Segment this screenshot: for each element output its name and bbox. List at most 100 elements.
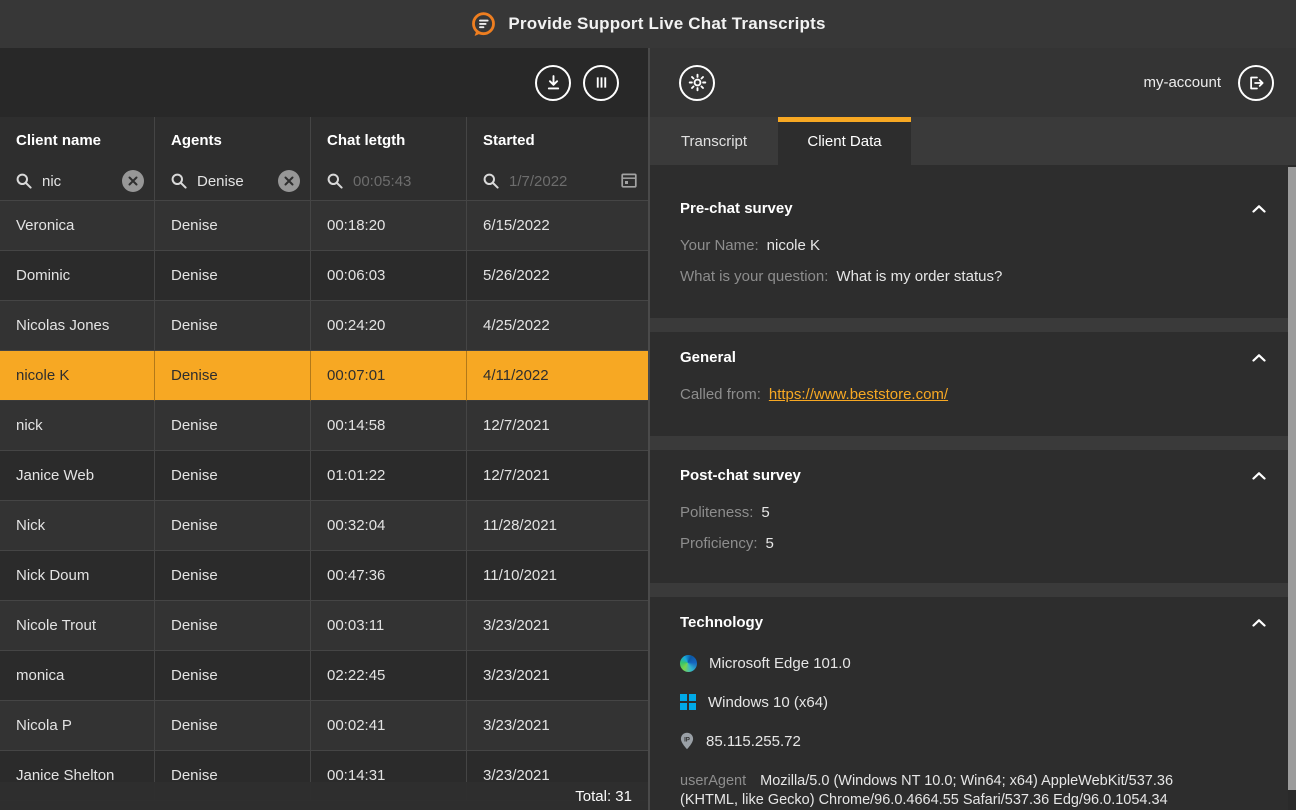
agents-filter — [171, 169, 300, 193]
cell-agent: Denise — [155, 301, 311, 351]
transcripts-table-body: Veronica Denise 00:18:20 6/15/2022 Domin… — [0, 201, 648, 810]
cell-client-name: nick — [0, 401, 155, 451]
cell-client-name: Veronica — [0, 201, 155, 251]
table-row[interactable]: Veronica Denise 00:18:20 6/15/2022 — [0, 201, 648, 251]
svg-text:IP: IP — [684, 736, 690, 743]
called-from-link[interactable]: https://www.beststore.com/ — [769, 386, 948, 403]
cell-started: 12/7/2021 — [467, 401, 648, 451]
field-proficiency: Proficiency:5 — [680, 534, 1268, 554]
field-called-from: Called from: https://www.beststore.com/ — [680, 385, 1268, 405]
calendar-picker-button[interactable] — [620, 171, 638, 189]
cell-started: 6/15/2022 — [467, 201, 648, 251]
collapse-button[interactable] — [1250, 470, 1268, 482]
chat-length-filter-input[interactable] — [353, 173, 430, 190]
table-row[interactable]: Nicole Trout Denise 00:03:11 3/23/2021 — [0, 601, 648, 651]
cell-agent: Denise — [155, 251, 311, 301]
client-name-filter-input[interactable] — [42, 173, 118, 190]
cell-started: 4/11/2022 — [467, 351, 648, 401]
section-header[interactable]: Technology — [680, 612, 1268, 634]
columns-button[interactable] — [583, 65, 619, 101]
section-pre-chat-survey: Pre-chat survey Your Name: nicole K What … — [650, 165, 1296, 318]
search-icon — [483, 173, 499, 189]
cell-started: 3/23/2021 — [467, 601, 648, 651]
section-title: Technology — [680, 612, 763, 634]
cell-agent: Denise — [155, 401, 311, 451]
cell-started: 11/10/2021 — [467, 551, 648, 601]
cell-chat-length: 00:24:20 — [311, 301, 467, 351]
table-row[interactable]: Nicola P Denise 00:02:41 3/23/2021 — [0, 701, 648, 751]
gear-icon — [688, 73, 707, 92]
section-header[interactable]: Post-chat survey — [680, 465, 1268, 487]
search-icon — [327, 173, 343, 189]
scrollbar-thumb[interactable] — [1288, 167, 1296, 790]
collapse-button[interactable] — [1250, 352, 1268, 364]
tech-value: 85.115.255.72 — [706, 733, 801, 750]
tab-label: Client Data — [807, 133, 881, 150]
field-question: What is your question:What is my order s… — [680, 267, 1268, 287]
cell-started: 3/23/2021 — [467, 701, 648, 751]
field-label: Called from: — [680, 386, 761, 403]
section-header[interactable]: General — [680, 347, 1268, 369]
settings-button[interactable] — [679, 65, 715, 101]
table-row[interactable]: Dominic Denise 00:06:03 5/26/2022 — [0, 251, 648, 301]
field-label: What is your question: — [680, 268, 828, 285]
column-header-started[interactable]: Started — [483, 131, 638, 151]
agents-filter-input[interactable] — [197, 173, 274, 190]
section-title: Pre-chat survey — [680, 198, 793, 220]
download-icon — [545, 74, 562, 91]
total-count: Total: 31 — [575, 788, 632, 805]
started-filter — [483, 169, 638, 193]
cell-client-name: Nicola P — [0, 701, 155, 751]
app-title: Provide Support Live Chat Transcripts — [508, 14, 825, 34]
app-window: Provide Support Live Chat Transcripts — [0, 0, 1296, 810]
table-row-selected[interactable]: nicole K Denise 00:07:01 4/11/2022 — [0, 351, 648, 401]
field-label: Your Name: — [680, 237, 759, 254]
cell-agent: Denise — [155, 501, 311, 551]
column-header-chat-length[interactable]: Chat letgth — [327, 131, 456, 151]
detail-toolbar: my-account — [650, 48, 1296, 117]
cell-chat-length: 00:06:03 — [311, 251, 467, 301]
column-started: Started — [467, 117, 648, 200]
clear-filter-button[interactable] — [122, 170, 144, 192]
collapse-button[interactable] — [1250, 203, 1268, 215]
cell-client-name: Dominic — [0, 251, 155, 301]
collapse-button[interactable] — [1250, 617, 1268, 629]
cell-chat-length: 01:01:22 — [311, 451, 467, 501]
tab-client-data[interactable]: Client Data — [778, 117, 911, 165]
download-button[interactable] — [535, 65, 571, 101]
cell-chat-length: 00:14:58 — [311, 401, 467, 451]
section-header[interactable]: Pre-chat survey — [680, 198, 1268, 220]
chevron-up-icon — [1252, 472, 1266, 480]
cell-client-name: Nick Doum — [0, 551, 155, 601]
column-chat-length: Chat letgth — [311, 117, 467, 200]
cell-started: 11/28/2021 — [467, 501, 648, 551]
field-value: nicole K — [767, 237, 820, 254]
cell-client-name: Nicolas Jones — [0, 301, 155, 351]
logout-button[interactable] — [1238, 65, 1274, 101]
tech-value: Windows 10 (x64) — [708, 694, 828, 711]
tab-transcript[interactable]: Transcript — [650, 117, 778, 165]
cell-started: 4/25/2022 — [467, 301, 648, 351]
cell-agent: Denise — [155, 201, 311, 251]
table-row[interactable]: Nick Denise 00:32:04 11/28/2021 — [0, 501, 648, 551]
started-filter-input[interactable] — [509, 173, 612, 190]
column-header-client-name[interactable]: Client name — [16, 131, 144, 151]
cell-agent: Denise — [155, 651, 311, 701]
active-tab-indicator — [778, 117, 911, 122]
scrollbar-track[interactable] — [1288, 165, 1296, 810]
tech-ip: IP 85.115.255.72 — [680, 731, 1268, 751]
search-icon — [16, 173, 32, 189]
table-row[interactable]: Nicolas Jones Denise 00:24:20 4/25/2022 — [0, 301, 648, 351]
user-agent-label: userAgent — [680, 773, 746, 789]
tab-label: Transcript — [681, 133, 747, 150]
tech-value: Microsoft Edge 101.0 — [709, 655, 851, 672]
table-row[interactable]: Nick Doum Denise 00:47:36 11/10/2021 — [0, 551, 648, 601]
windows-icon — [680, 694, 696, 710]
table-row[interactable]: nick Denise 00:14:58 12/7/2021 — [0, 401, 648, 451]
chevron-up-icon — [1252, 354, 1266, 362]
app-bar: Provide Support Live Chat Transcripts — [0, 0, 1296, 48]
table-row[interactable]: Janice Web Denise 01:01:22 12/7/2021 — [0, 451, 648, 501]
table-row[interactable]: monica Denise 02:22:45 3/23/2021 — [0, 651, 648, 701]
clear-filter-button[interactable] — [278, 170, 300, 192]
column-header-agents[interactable]: Agents — [171, 131, 300, 151]
